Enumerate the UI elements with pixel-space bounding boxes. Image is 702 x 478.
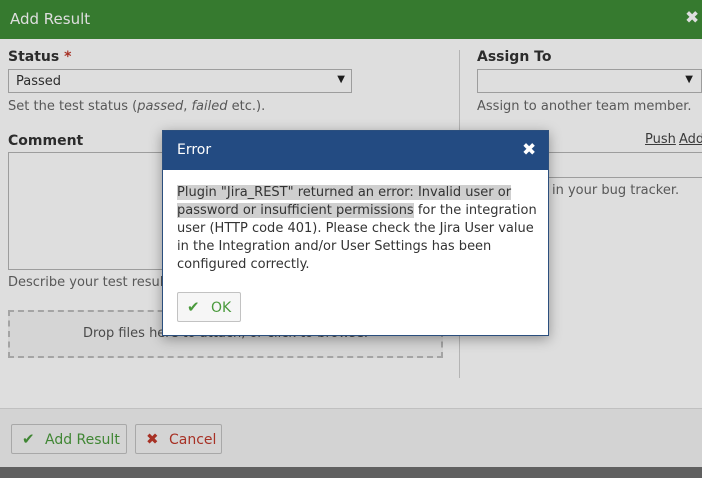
ok-button-label: OK [211,300,232,316]
error-message: Plugin "Jira_REST" returned an error: In… [177,184,537,274]
close-icon[interactable]: ✖ [522,140,536,160]
ok-button[interactable]: ✔ OK [177,292,241,322]
check-icon: ✔ [187,298,200,316]
error-modal-title: Error [177,142,212,158]
error-modal: Error ✖ Plugin "Jira_REST" returned an e… [162,130,549,336]
error-modal-header: Error ✖ [163,131,548,170]
